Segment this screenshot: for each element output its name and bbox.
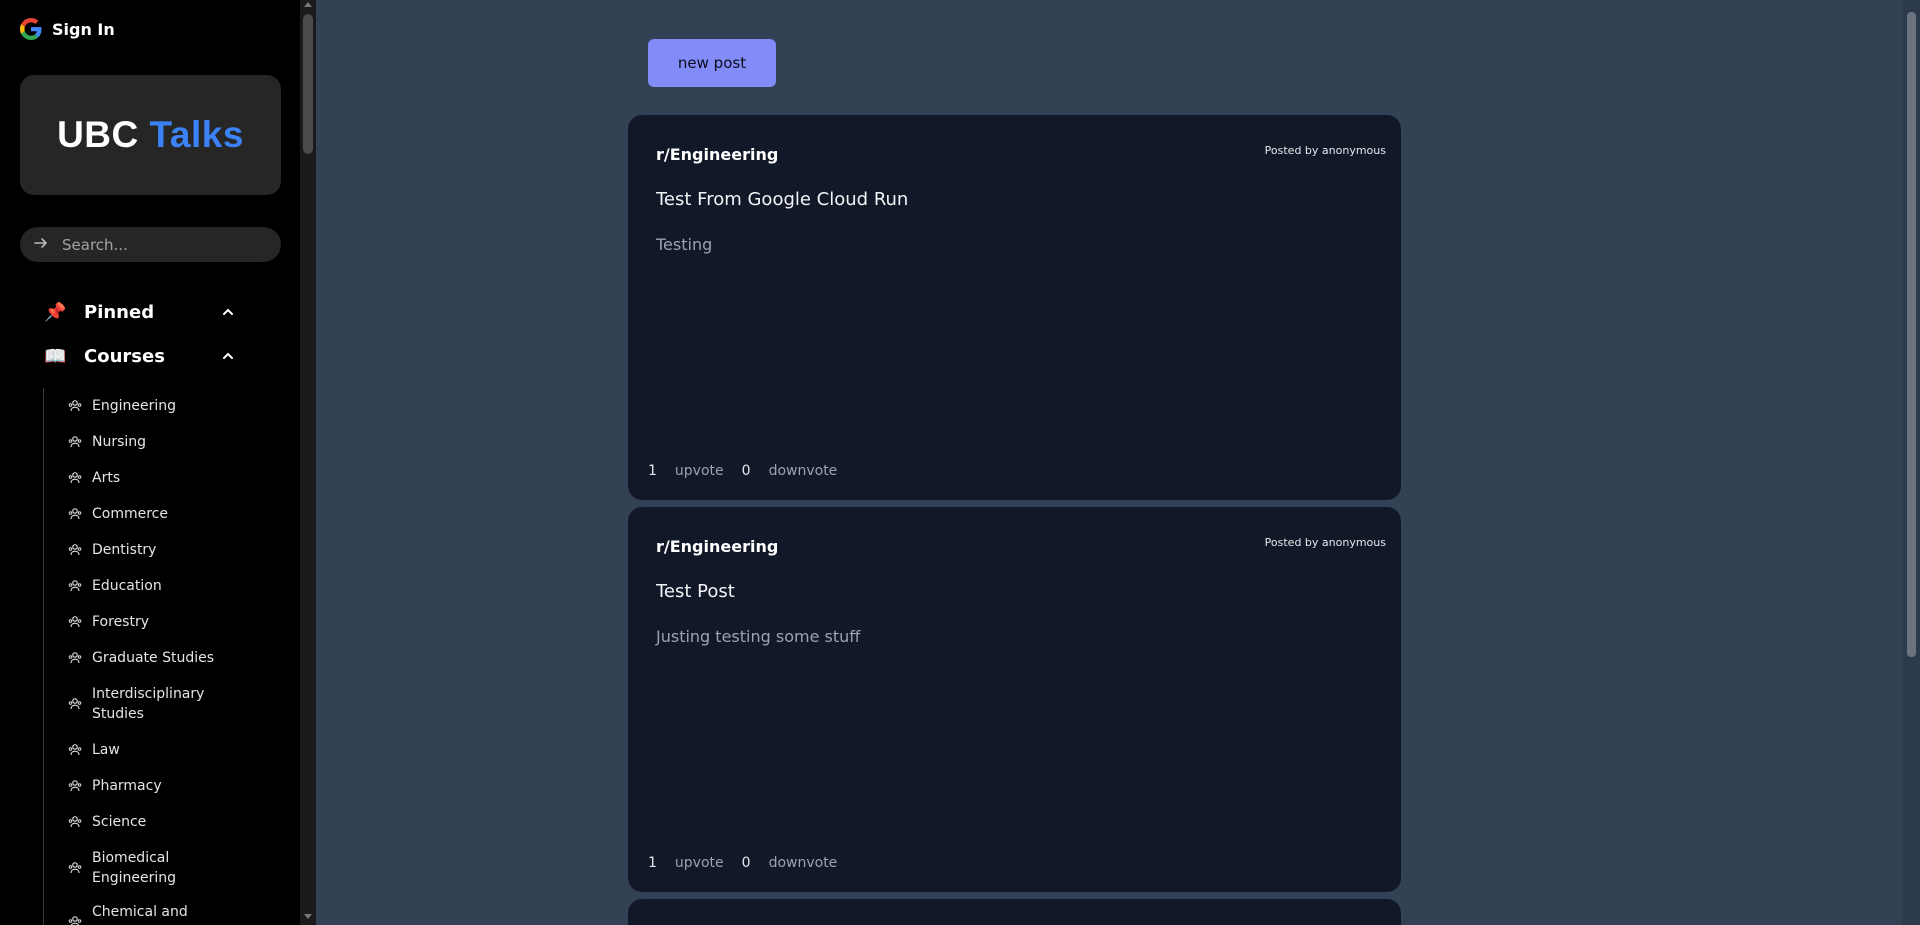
brand-name-part2: Talks — [149, 114, 244, 155]
courses-list: Engineering Nursing Arts Commerce Dentis… — [43, 388, 243, 925]
course-label: Chemical and Biological — [92, 904, 188, 925]
sidebar-item-science[interactable]: Science — [68, 812, 218, 832]
main-scrollbar[interactable] — [1903, 0, 1920, 925]
upvote-count: 1 — [648, 463, 657, 479]
sidebar-item-chemical-and-biological[interactable]: Chemical and Biological — [68, 902, 218, 925]
brand-logo[interactable]: UBC Talks — [20, 75, 281, 195]
group-icon — [68, 698, 82, 710]
sidebar-section-courses[interactable]: 📖 Courses — [44, 341, 234, 371]
group-icon — [68, 544, 82, 556]
sidebar-item-commerce[interactable]: Commerce — [68, 504, 218, 524]
group-icon — [68, 916, 82, 925]
sidebar-section-pinned[interactable]: 📌 Pinned — [44, 297, 234, 327]
post-subreddit[interactable]: r/Engineering — [656, 537, 778, 556]
group-icon — [68, 580, 82, 592]
course-label: Interdisciplinary Studies — [92, 686, 205, 722]
google-icon — [20, 18, 42, 40]
group-icon — [68, 862, 82, 874]
downvote-button[interactable]: downvote — [769, 463, 838, 479]
scroll-thumb[interactable] — [303, 14, 313, 154]
sign-in-label: Sign In — [52, 19, 115, 39]
course-label: Science — [92, 814, 147, 830]
course-label: Nursing — [92, 434, 147, 450]
post-card[interactable]: r/Engineering Posted by anonymous Test P… — [628, 507, 1401, 892]
course-label: Education — [92, 578, 162, 594]
scroll-thumb[interactable] — [1907, 12, 1916, 657]
sidebar-item-forestry[interactable]: Forestry — [68, 612, 218, 632]
sidebar-item-engineering[interactable]: Engineering — [68, 396, 218, 416]
post-subreddit[interactable]: r/Engineering — [656, 145, 778, 164]
downvote-count: 0 — [741, 463, 751, 479]
upvote-button[interactable]: upvote — [675, 855, 724, 871]
upvote-button[interactable]: upvote — [675, 463, 724, 479]
group-icon — [68, 652, 82, 664]
pin-icon: 📌 — [44, 301, 67, 323]
section-label: Courses — [84, 345, 165, 367]
sidebar-item-nursing[interactable]: Nursing — [68, 432, 218, 452]
arrow-right-icon — [34, 235, 50, 254]
group-icon — [68, 816, 82, 828]
course-label: Biomedical Engineering — [92, 850, 176, 886]
chevron-up-icon[interactable] — [222, 306, 234, 318]
group-icon — [68, 780, 82, 792]
course-label: Forestry — [92, 614, 150, 630]
course-label: Arts — [92, 470, 121, 486]
sidebar-item-education[interactable]: Education — [68, 576, 218, 596]
post-author: Posted by anonymous — [1264, 536, 1386, 549]
sidebar-item-arts[interactable]: Arts — [68, 468, 218, 488]
brand-name-part1: UBC — [57, 114, 150, 155]
sidebar-item-law[interactable]: Law — [68, 740, 218, 760]
group-icon — [68, 508, 82, 520]
chevron-up-icon[interactable] — [222, 350, 234, 362]
sidebar: Sign In UBC Talks 📌 Pinned 📖 Courses Eng… — [0, 0, 316, 925]
vote-bar: 1 upvote 0 downvote — [648, 463, 837, 479]
course-label: Dentistry — [92, 542, 157, 558]
group-icon — [68, 616, 82, 628]
book-icon: 📖 — [44, 345, 67, 367]
post-title[interactable]: Test From Google Cloud Run — [656, 189, 908, 210]
sidebar-scrollbar[interactable] — [300, 0, 316, 925]
sidebar-item-interdisciplinary-studies[interactable]: Interdisciplinary Studies — [68, 684, 218, 724]
course-label: Graduate Studies — [92, 650, 215, 666]
sidebar-item-dentistry[interactable]: Dentistry — [68, 540, 218, 560]
new-post-button[interactable]: new post — [648, 39, 776, 87]
group-icon — [68, 436, 82, 448]
upvote-count: 1 — [648, 855, 657, 871]
post-card[interactable]: r/Engineering Posted by anonymous Test F… — [628, 115, 1401, 500]
course-label: Commerce — [92, 506, 168, 522]
course-label: Engineering — [92, 398, 176, 414]
group-icon — [68, 744, 82, 756]
course-label: Pharmacy — [92, 778, 162, 794]
downvote-count: 0 — [741, 855, 751, 871]
post-body: Testing — [656, 235, 713, 254]
search-bar — [20, 227, 281, 262]
post-author: Posted by anonymous — [1264, 144, 1386, 157]
course-label: Law — [92, 742, 120, 758]
post-card-partial[interactable] — [628, 899, 1401, 925]
sidebar-item-graduate-studies[interactable]: Graduate Studies — [68, 648, 218, 668]
vote-bar: 1 upvote 0 downvote — [648, 855, 837, 871]
sidebar-item-pharmacy[interactable]: Pharmacy — [68, 776, 218, 796]
group-icon — [68, 472, 82, 484]
scroll-down-icon[interactable] — [304, 914, 312, 919]
sidebar-item-biomedical-engineering[interactable]: Biomedical Engineering — [68, 848, 218, 888]
post-title[interactable]: Test Post — [656, 581, 735, 602]
group-icon — [68, 400, 82, 412]
downvote-button[interactable]: downvote — [769, 855, 838, 871]
section-label: Pinned — [84, 301, 155, 323]
scroll-up-icon[interactable] — [304, 2, 312, 7]
post-body: Justing testing some stuff — [656, 627, 861, 646]
sign-in-button[interactable]: Sign In — [20, 18, 115, 40]
search-input[interactable] — [62, 235, 262, 254]
